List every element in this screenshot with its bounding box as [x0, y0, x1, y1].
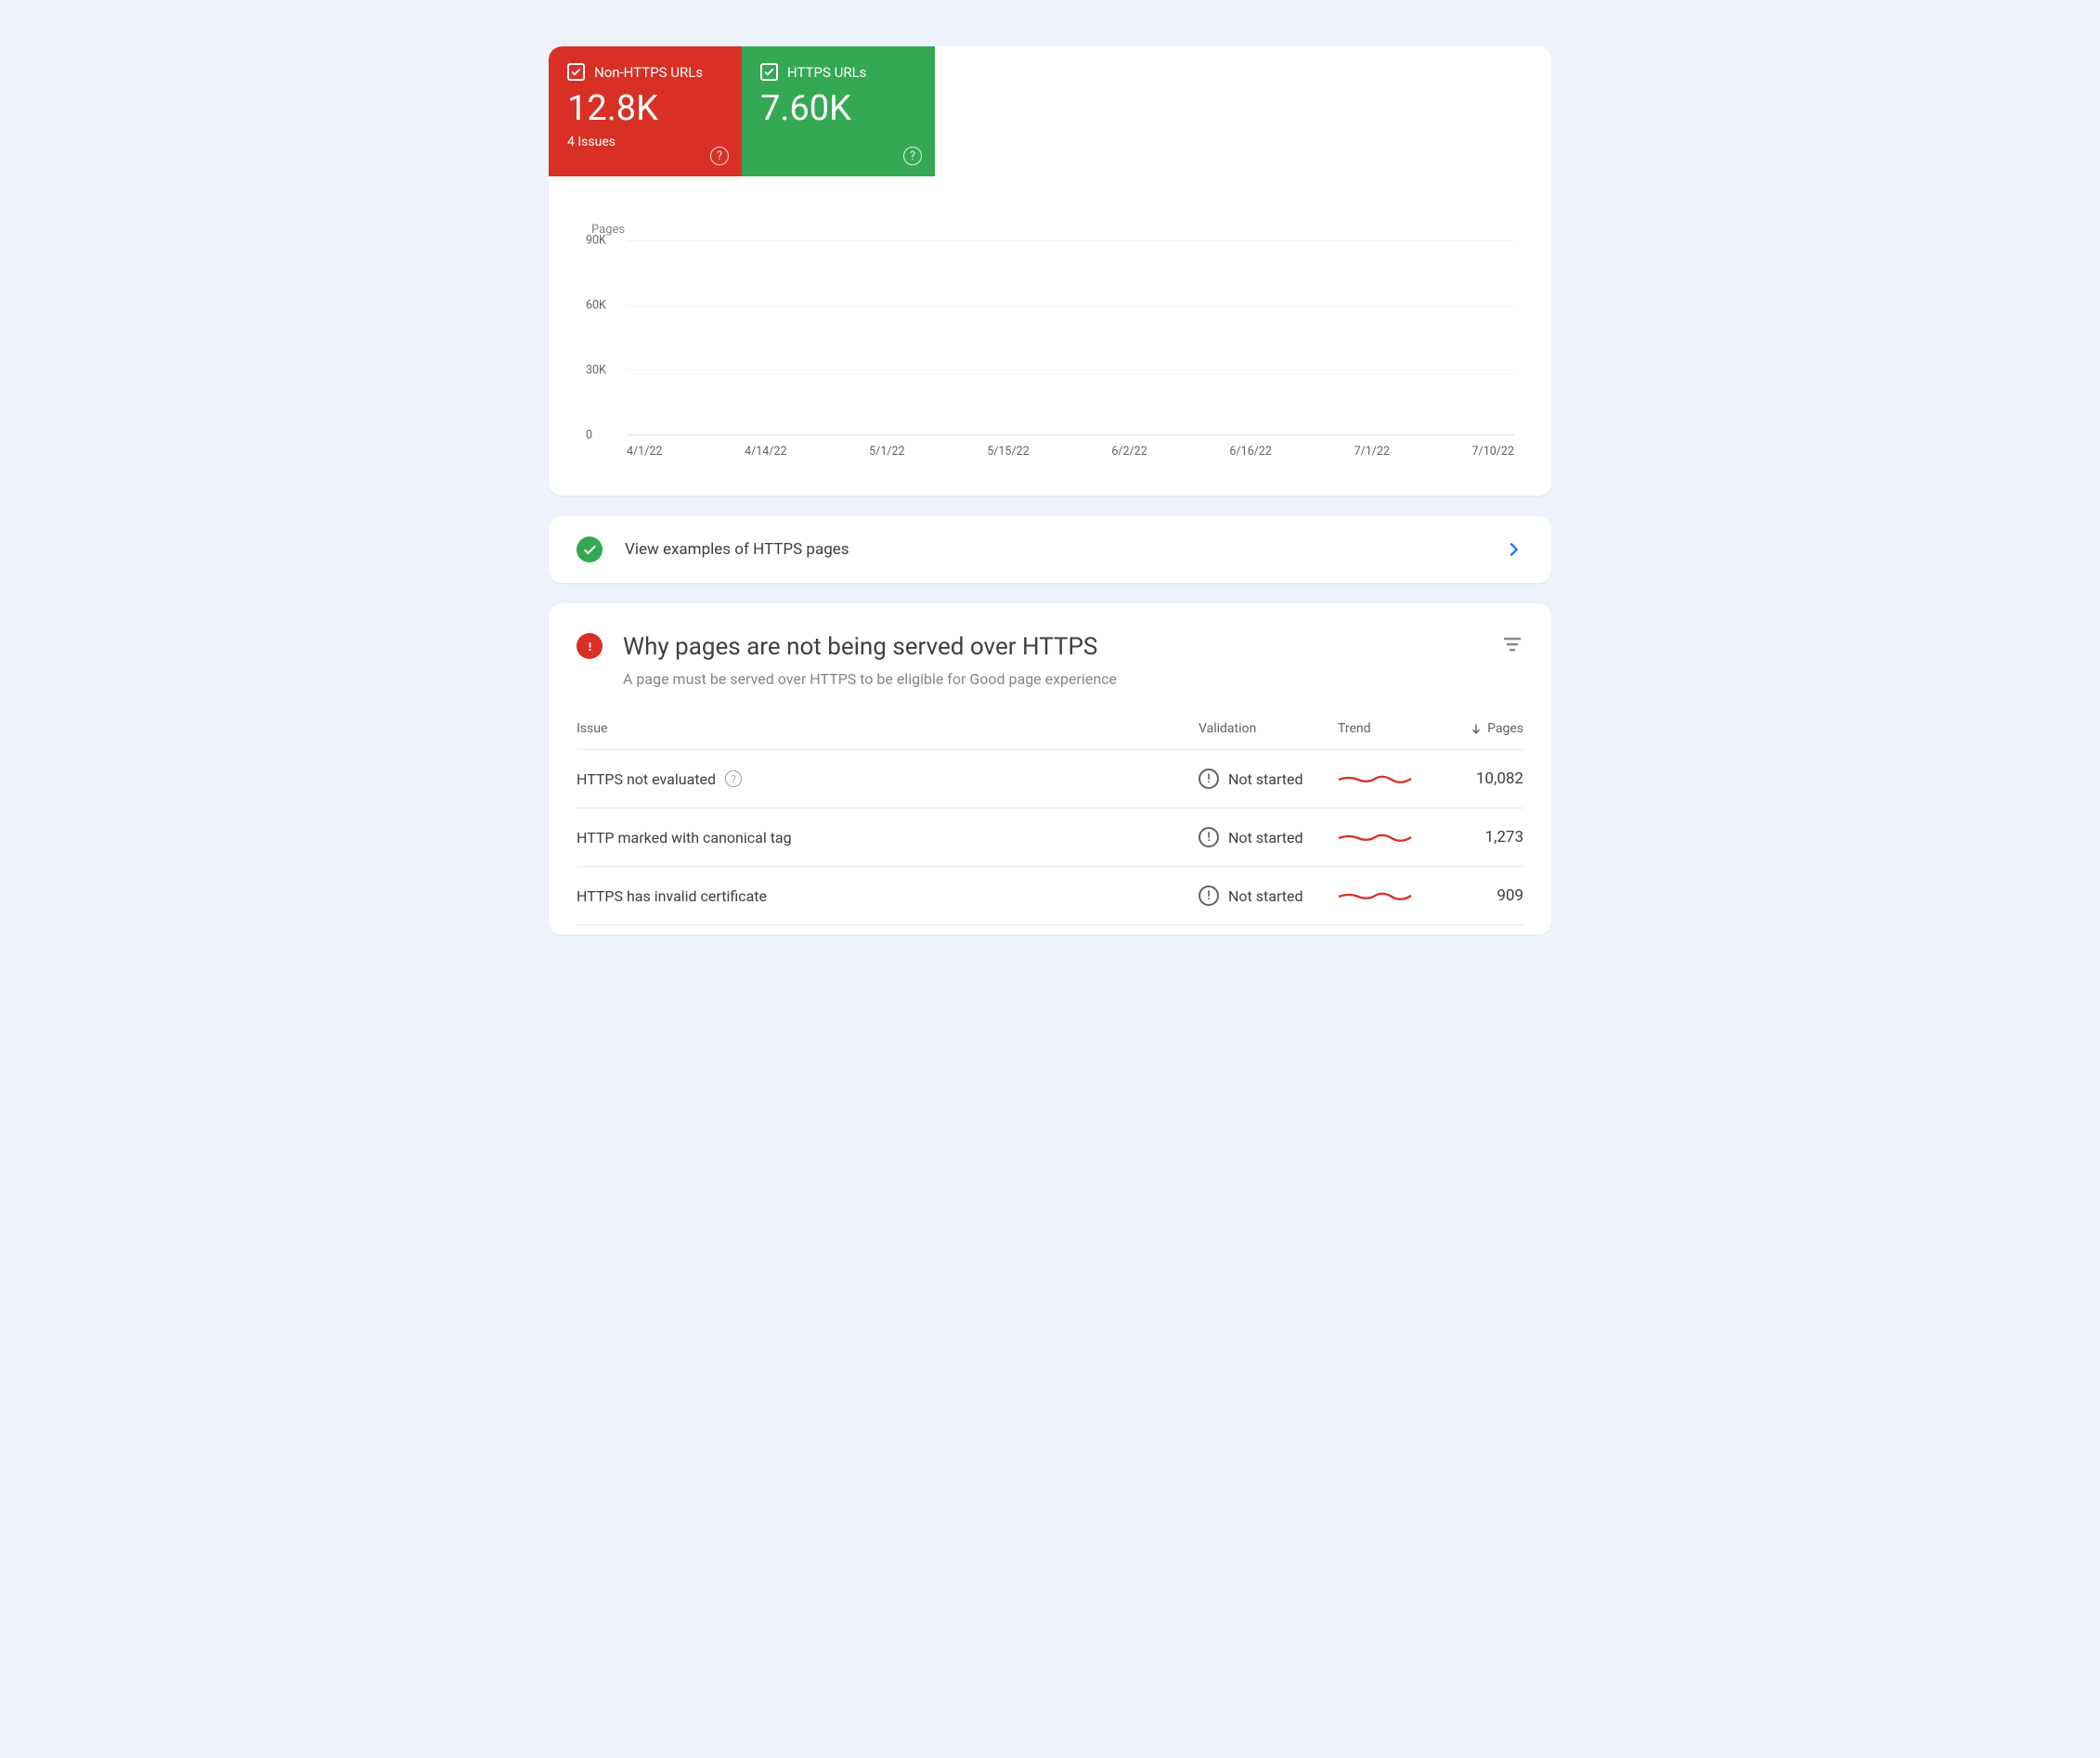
view-examples-row[interactable]: View examples of HTTPS pages: [549, 516, 1551, 583]
col-trend[interactable]: Trend: [1338, 721, 1440, 736]
tile-label: HTTPS URLs: [787, 64, 866, 81]
table-row[interactable]: HTTPS not evaluated? Not started 10,082: [577, 750, 1523, 808]
checkbox-icon: [567, 63, 585, 81]
issues-title: Why pages are not being served over HTTP…: [623, 633, 1481, 661]
y-tick-label: 90K: [586, 234, 606, 248]
x-tick-label: 4/1/22: [627, 445, 662, 459]
filter-icon[interactable]: [1501, 633, 1523, 655]
y-tick-label: 30K: [586, 364, 606, 378]
x-tick-label: 6/16/22: [1229, 445, 1271, 459]
trend-sparkline: [1338, 829, 1412, 846]
help-icon[interactable]: ?: [725, 770, 742, 787]
table-row[interactable]: HTTPS has invalid certificate Not started…: [577, 867, 1523, 925]
overview-card: Non-HTTPS URLs 12.8K 4 Issues ? HTTPS UR…: [549, 46, 1551, 496]
chart-y-title: Pages: [591, 223, 1514, 237]
col-validation[interactable]: Validation: [1199, 721, 1338, 736]
tile-https[interactable]: HTTPS URLs 7.60K ?: [742, 46, 935, 176]
arrow-down-icon: [1470, 722, 1483, 735]
tile-value: 7.60K: [760, 88, 916, 129]
issues-subtitle: A page must be served over HTTPS to be e…: [623, 670, 1481, 688]
info-circle-icon: [1199, 769, 1219, 789]
y-tick-label: 60K: [586, 299, 606, 313]
examples-label: View examples of HTTPS pages: [625, 540, 1503, 559]
pages-count: 909: [1440, 886, 1523, 905]
tile-issues: 4 Issues: [567, 135, 723, 149]
tile-non-https[interactable]: Non-HTTPS URLs 12.8K 4 Issues ?: [549, 46, 742, 176]
x-tick-label: 7/1/22: [1354, 445, 1389, 459]
help-icon[interactable]: ?: [903, 147, 922, 165]
y-tick-label: 0: [586, 429, 592, 443]
issues-card: Why pages are not being served over HTTP…: [549, 603, 1551, 935]
x-tick-label: 6/2/22: [1111, 445, 1147, 459]
issues-table: Issue Validation Trend Pages HTTPS not e…: [549, 688, 1551, 935]
validation-status: Not started: [1228, 887, 1303, 905]
pages-count: 10,082: [1440, 769, 1523, 788]
x-tick-label: 7/10/22: [1472, 445, 1514, 459]
alert-circle-icon: [577, 633, 603, 659]
tile-label: Non-HTTPS URLs: [594, 64, 703, 81]
validation-status: Not started: [1228, 770, 1303, 788]
check-circle-icon: [577, 536, 603, 562]
stat-tiles: Non-HTTPS URLs 12.8K 4 Issues ? HTTPS UR…: [549, 46, 1551, 176]
x-tick-label: 5/1/22: [869, 445, 904, 459]
col-issue[interactable]: Issue: [577, 721, 1199, 736]
trend-sparkline: [1338, 887, 1412, 904]
table-row[interactable]: HTTP marked with canonical tag Not starte…: [577, 808, 1523, 867]
issue-name: HTTP marked with canonical tag: [577, 829, 792, 847]
validation-status: Not started: [1228, 829, 1303, 847]
issue-name: HTTPS not evaluated: [577, 770, 716, 788]
chart-x-axis: 4/1/22 4/14/22 5/1/22 5/15/22 6/2/22 6/16/22 7…: [627, 435, 1514, 459]
tile-value: 12.8K: [567, 88, 723, 129]
issue-name: HTTPS has invalid certificate: [577, 887, 767, 905]
x-tick-label: 5/15/22: [987, 445, 1029, 459]
info-circle-icon: [1199, 827, 1219, 847]
info-circle-icon: [1199, 885, 1219, 906]
pages-chart: Pages 0 30K 60K 90K 4/1/22 4/14/22 5/1/22 5/15…: [549, 176, 1551, 496]
checkbox-icon: [760, 63, 778, 81]
pages-count: 1,273: [1440, 828, 1523, 847]
trend-sparkline: [1338, 770, 1412, 787]
help-icon[interactable]: ?: [710, 147, 729, 165]
col-pages[interactable]: Pages: [1440, 721, 1523, 736]
chevron-right-icon: [1503, 539, 1523, 560]
x-tick-label: 4/14/22: [745, 445, 786, 459]
